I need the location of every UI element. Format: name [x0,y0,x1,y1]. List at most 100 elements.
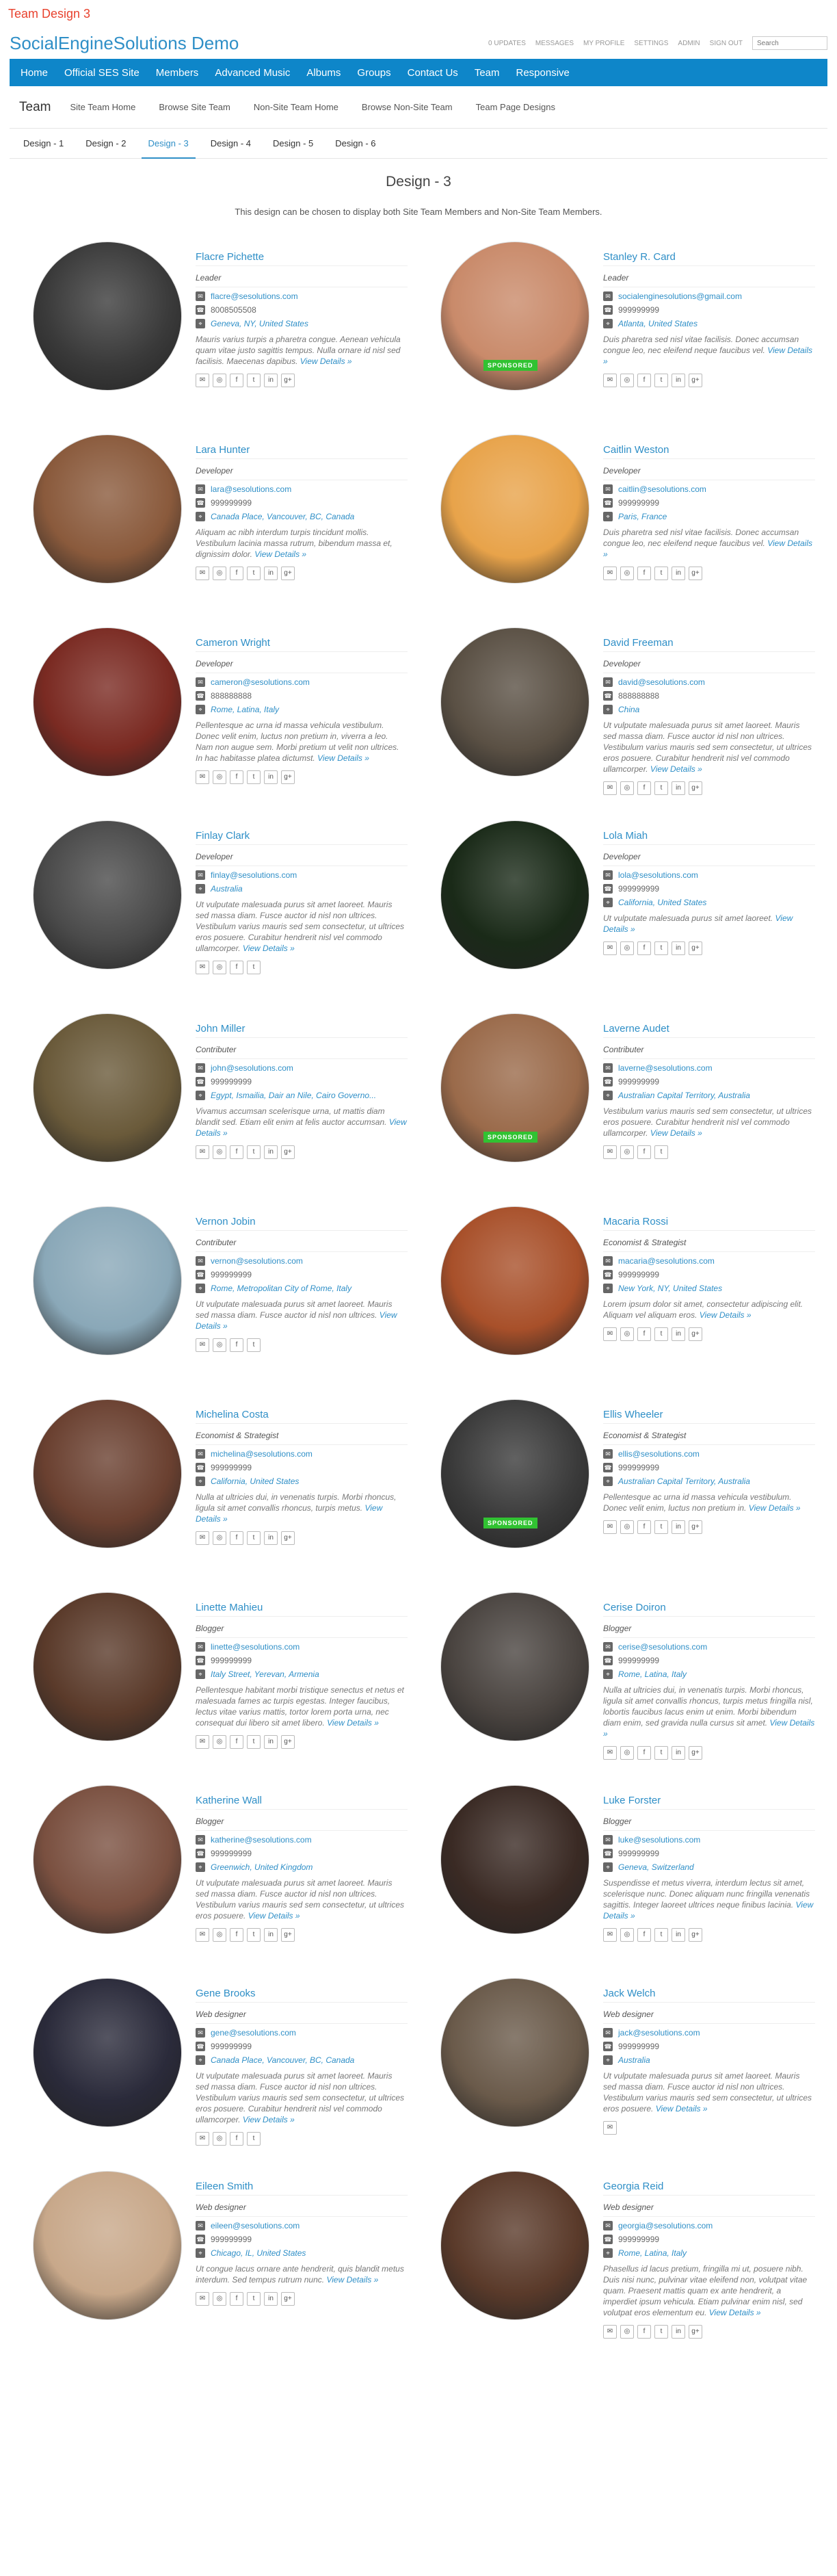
mail-icon[interactable]: ✉ [196,1531,209,1545]
mini-nav-updates[interactable]: 0 UPDATES [488,40,526,47]
view-details-link[interactable]: View Details » [650,764,702,774]
globe-icon[interactable]: ◎ [213,1928,226,1942]
site-title[interactable]: SocialEngineSolutions Demo [10,33,239,54]
twitter-icon[interactable]: t [247,1145,261,1159]
linkedin-icon[interactable]: in [264,770,278,784]
member-name[interactable]: Stanley R. Card [603,251,815,266]
member-email[interactable]: michelina@sesolutions.com [211,1449,313,1459]
linkedin-icon[interactable]: in [672,781,685,795]
member-photo[interactable]: SPONSORED [440,1013,589,1162]
google-plus-icon[interactable]: g+ [281,1928,295,1942]
globe-icon[interactable]: ◎ [620,781,634,795]
member-photo[interactable] [33,242,182,391]
google-plus-icon[interactable]: g+ [281,1735,295,1749]
member-name[interactable]: Cerise Doiron [603,1602,815,1617]
linkedin-icon[interactable]: in [264,567,278,580]
member-email[interactable]: katherine@sesolutions.com [211,1835,312,1845]
member-email[interactable]: linette@sesolutions.com [211,1642,300,1652]
facebook-icon[interactable]: f [637,781,651,795]
mail-icon[interactable]: ✉ [196,567,209,580]
member-email[interactable]: john@sesolutions.com [211,1063,293,1073]
view-details-link[interactable]: View Details » [243,944,295,953]
linkedin-icon[interactable]: in [672,1746,685,1760]
main-nav-home[interactable]: Home [12,67,56,79]
globe-icon[interactable]: ◎ [620,2325,634,2339]
main-nav-official-ses-site[interactable]: Official SES Site [56,67,148,79]
globe-icon[interactable]: ◎ [620,1928,634,1942]
view-details-link[interactable]: View Details » [243,2115,295,2124]
member-name[interactable]: Macaria Rossi [603,1216,815,1231]
member-email[interactable]: luke@sesolutions.com [618,1835,700,1845]
twitter-icon[interactable]: t [654,374,668,387]
tab-design-2[interactable]: Design - 2 [79,129,133,159]
search-input[interactable] [752,36,827,50]
sub-nav-team-page-designs[interactable]: Team Page Designs [476,102,555,112]
tab-design-3[interactable]: Design - 3 [141,129,196,159]
globe-icon[interactable]: ◎ [213,567,226,580]
member-name[interactable]: Finlay Clark [196,830,408,845]
twitter-icon[interactable]: t [247,1928,261,1942]
linkedin-icon[interactable]: in [264,1735,278,1749]
twitter-icon[interactable]: t [247,1735,261,1749]
twitter-icon[interactable]: t [247,770,261,784]
member-photo[interactable] [440,1978,589,2127]
member-email[interactable]: vernon@sesolutions.com [211,1256,303,1266]
member-photo[interactable] [440,820,589,970]
member-email[interactable]: macaria@sesolutions.com [618,1256,715,1266]
twitter-icon[interactable]: t [654,941,668,955]
globe-icon[interactable]: ◎ [213,1338,226,1352]
main-nav-contact-us[interactable]: Contact Us [399,67,466,79]
google-plus-icon[interactable]: g+ [689,374,702,387]
member-email[interactable]: lara@sesolutions.com [211,484,291,494]
linkedin-icon[interactable]: in [672,1928,685,1942]
mini-nav-messages[interactable]: MESSAGES [535,40,574,47]
member-name[interactable]: Gene Brooks [196,1988,408,2003]
twitter-icon[interactable]: t [654,1746,668,1760]
facebook-icon[interactable]: f [230,1145,243,1159]
linkedin-icon[interactable]: in [264,2292,278,2306]
member-email[interactable]: david@sesolutions.com [618,677,705,687]
mail-icon[interactable]: ✉ [603,1520,617,1534]
facebook-icon[interactable]: f [230,1531,243,1545]
member-name[interactable]: Lola Miah [603,830,815,845]
twitter-icon[interactable]: t [247,2292,261,2306]
mail-icon[interactable]: ✉ [603,2325,617,2339]
member-name[interactable]: Flacre Pichette [196,251,408,266]
twitter-icon[interactable]: t [654,1928,668,1942]
facebook-icon[interactable]: f [230,770,243,784]
member-name[interactable]: Laverne Audet [603,1023,815,1038]
globe-icon[interactable]: ◎ [213,1145,226,1159]
member-email[interactable]: caitlin@sesolutions.com [618,484,706,494]
twitter-icon[interactable]: t [654,1327,668,1341]
view-details-link[interactable]: View Details » [656,2104,708,2113]
member-email[interactable]: flacre@sesolutions.com [211,291,298,301]
sub-nav-non-site-team-home[interactable]: Non-Site Team Home [254,102,338,112]
member-name[interactable]: Katherine Wall [196,1795,408,1810]
facebook-icon[interactable]: f [637,374,651,387]
mail-icon[interactable]: ✉ [603,941,617,955]
twitter-icon[interactable]: t [247,2132,261,2146]
member-photo[interactable] [33,627,182,777]
facebook-icon[interactable]: f [637,941,651,955]
member-name[interactable]: John Miller [196,1023,408,1038]
facebook-icon[interactable]: f [637,1928,651,1942]
member-photo[interactable] [440,434,589,584]
sub-nav-site-team-home[interactable]: Site Team Home [70,102,135,112]
main-nav-responsive[interactable]: Responsive [508,67,578,79]
mail-icon[interactable]: ✉ [196,374,209,387]
google-plus-icon[interactable]: g+ [281,2292,295,2306]
member-photo[interactable]: SPONSORED [440,1399,589,1548]
member-email[interactable]: cerise@sesolutions.com [618,1642,707,1652]
globe-icon[interactable]: ◎ [620,1746,634,1760]
facebook-icon[interactable]: f [230,1338,243,1352]
linkedin-icon[interactable]: in [672,2325,685,2339]
google-plus-icon[interactable]: g+ [689,567,702,580]
member-name[interactable]: Eileen Smith [196,2181,408,2196]
member-name[interactable]: Vernon Jobin [196,1216,408,1231]
view-details-link[interactable]: View Details » [650,1128,702,1138]
mail-icon[interactable]: ✉ [603,374,617,387]
member-photo[interactable] [33,820,182,970]
view-details-link[interactable]: View Details » [326,2275,378,2285]
main-nav-groups[interactable]: Groups [349,67,399,79]
tab-design-1[interactable]: Design - 1 [16,129,70,159]
